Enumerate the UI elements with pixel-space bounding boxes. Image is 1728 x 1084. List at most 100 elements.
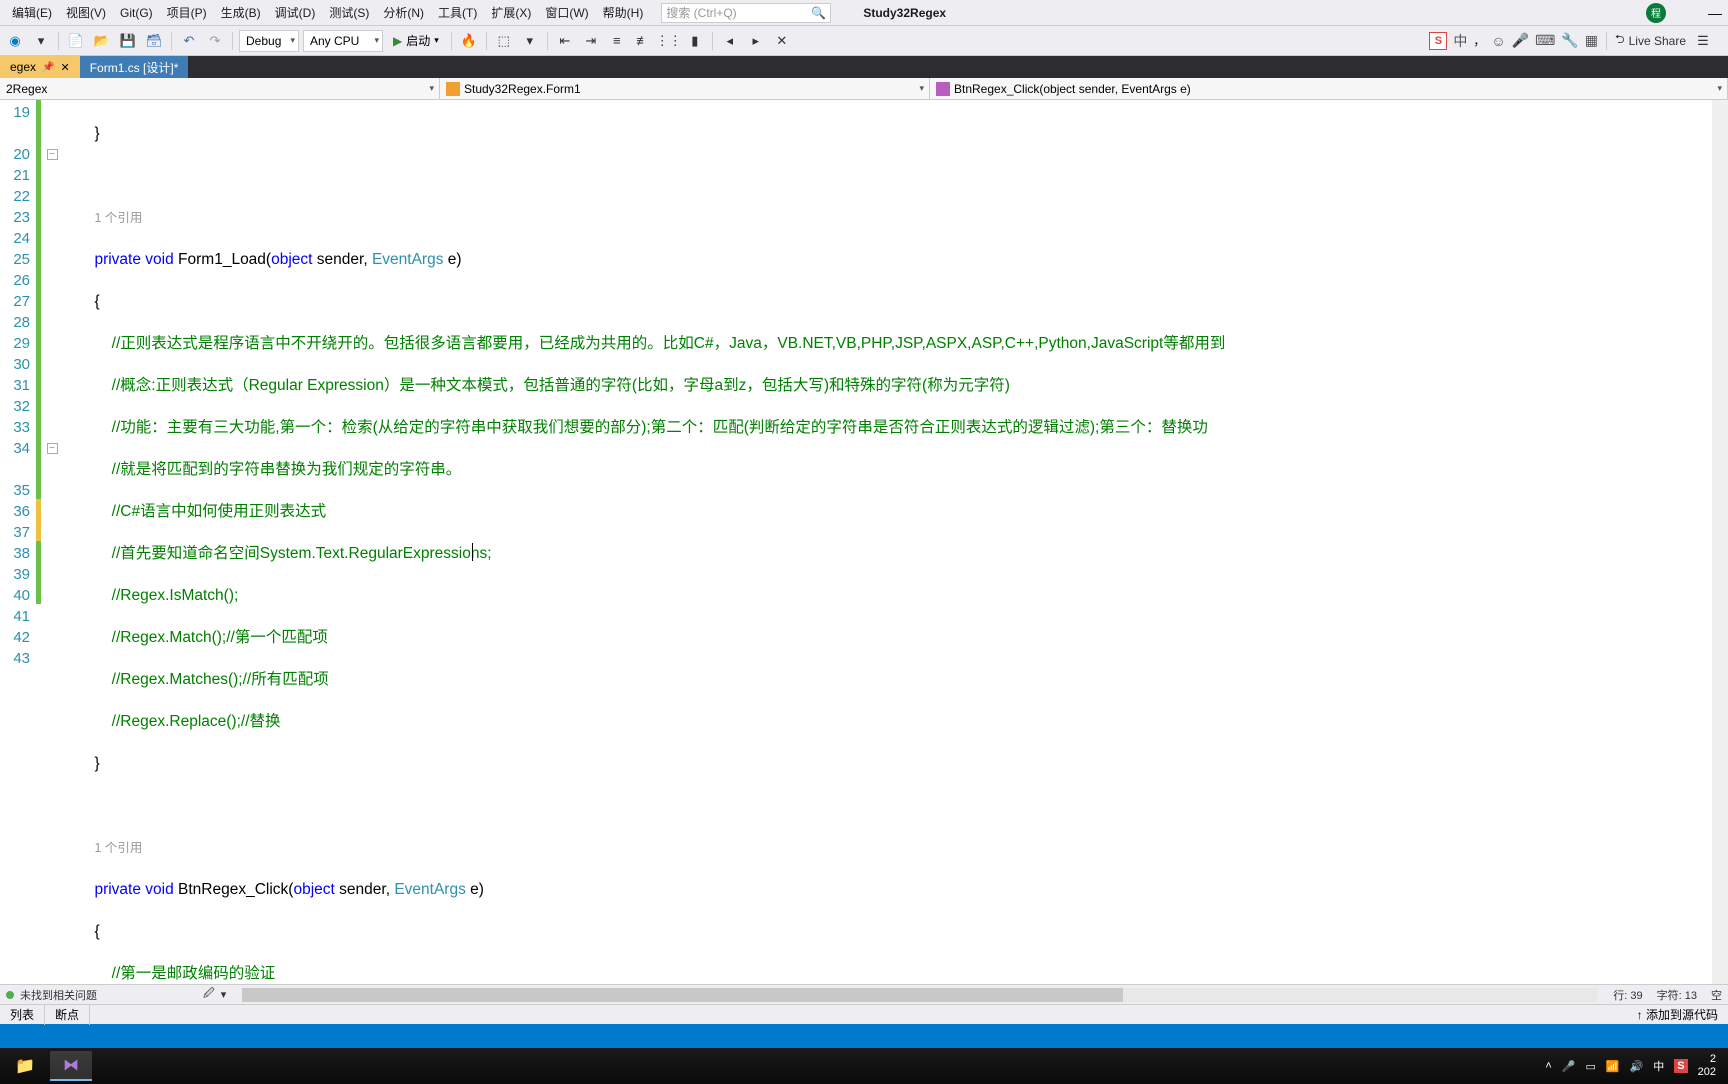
tab-breakpoints[interactable]: 断点: [45, 1004, 90, 1025]
window-minimize[interactable]: —: [1708, 5, 1722, 21]
menu-test[interactable]: 测试(S): [323, 1, 375, 24]
liveshare-button[interactable]: ⮌ Live Share: [1615, 30, 1686, 51]
tray-ime[interactable]: 中: [1653, 1058, 1664, 1074]
cursor-line: 行: 39: [1613, 987, 1642, 1003]
ime-tool-icon[interactable]: 🔧: [1561, 32, 1578, 49]
find-message: 未找到相关问题: [20, 987, 97, 1003]
menu-help[interactable]: 帮助(H): [597, 1, 650, 24]
saveall-button[interactable]: 🗃: [143, 30, 165, 52]
bookmark-next[interactable]: ▸: [745, 30, 767, 52]
menu-view[interactable]: 视图(V): [60, 1, 112, 24]
bookmark-clear[interactable]: ✕: [771, 30, 793, 52]
bookmark-prev[interactable]: ◂: [719, 30, 741, 52]
close-icon[interactable]: ✕: [60, 61, 69, 74]
line-gutter: 1920212223242526272829303132333435363738…: [0, 100, 36, 984]
taskbar-visualstudio[interactable]: ⧓: [50, 1051, 92, 1081]
nav-row: 2Regex Study32Regex.Form1 BtnRegex_Click…: [0, 78, 1728, 100]
liveshare-icon: ⮌: [1615, 30, 1625, 51]
menu-edit[interactable]: 编辑(E): [6, 1, 58, 24]
step-button[interactable]: ⬚: [493, 30, 515, 52]
uncomment-button[interactable]: ≢: [632, 30, 654, 52]
nav-class[interactable]: Study32Regex.Form1: [440, 78, 930, 99]
search-placeholder: 搜索 (Ctrl+Q): [666, 4, 736, 21]
tab-form1-cs[interactable]: egex 📌 ✕: [0, 56, 80, 78]
undo-button[interactable]: ↶: [178, 30, 200, 52]
collapse-toggle[interactable]: −: [47, 443, 58, 454]
tray-mic-icon[interactable]: 🎤: [1562, 1060, 1576, 1073]
bottom-panel: 列表 断点 ↑ 添加到源代码: [0, 1004, 1728, 1024]
tab-errorlist[interactable]: 列表: [0, 1004, 45, 1025]
user-avatar[interactable]: 程: [1646, 3, 1666, 23]
comment-button[interactable]: ≡: [606, 30, 628, 52]
menu-tools[interactable]: 工具(T): [432, 1, 483, 24]
status-ok-icon: [6, 991, 14, 999]
tool2-icon[interactable]: ▾: [221, 988, 227, 1001]
indent-right-button[interactable]: ⇥: [580, 30, 602, 52]
ime-mic-icon[interactable]: 🎤: [1512, 32, 1529, 49]
ime-keyboard-icon[interactable]: ⌨: [1535, 32, 1555, 49]
collapse-toggle[interactable]: −: [47, 149, 58, 160]
code-editor[interactable]: 1920212223242526272829303132333435363738…: [0, 100, 1728, 984]
horizontal-scrollbar[interactable]: [242, 988, 1597, 1002]
ime-emoji-icon[interactable]: ☺: [1491, 33, 1505, 49]
tab-form1-designer[interactable]: Form1.cs [设计]*: [80, 56, 189, 78]
new-button[interactable]: 📄: [65, 30, 87, 52]
start-button[interactable]: ▶ 启动 ▾: [387, 30, 445, 52]
open-button[interactable]: 📂: [91, 30, 113, 52]
class-icon: [446, 82, 460, 96]
document-tab-row: egex 📌 ✕ Form1.cs [设计]*: [0, 56, 1728, 78]
menu-extensions[interactable]: 扩展(X): [485, 1, 537, 24]
menu-bar: 编辑(E) 视图(V) Git(G) 项目(P) 生成(B) 调试(D) 测试(…: [0, 0, 1728, 26]
search-input[interactable]: 搜索 (Ctrl+Q) 🔍: [661, 3, 831, 23]
nav-project[interactable]: 2Regex: [0, 78, 440, 99]
method-icon: [936, 82, 950, 96]
system-tray: ˄ 🎤 ▭ 📶 🔊 中 S 2 202: [1545, 1053, 1724, 1079]
step-dropdown[interactable]: ▾: [519, 30, 541, 52]
ime-grid-icon[interactable]: ▦: [1585, 32, 1598, 49]
windows-taskbar: 📁 ⧓ ˄ 🎤 ▭ 📶 🔊 中 S 2 202: [0, 1048, 1728, 1084]
save-button[interactable]: 💾: [117, 30, 139, 52]
tray-expand-icon[interactable]: ˄: [1545, 1060, 1551, 1072]
tray-clock[interactable]: 2 202: [1698, 1053, 1716, 1079]
tray-battery-icon[interactable]: ▭: [1585, 1060, 1595, 1073]
status-bar: [0, 1024, 1728, 1048]
toolbar: ◉ ▾ 📄 📂 💾 🗃 ↶ ↷ Debug Any CPU ▶ 启动 ▾ 🔥 ⬚…: [0, 26, 1728, 56]
outlining: − −: [44, 100, 60, 984]
hotreload-button[interactable]: 🔥: [458, 30, 480, 52]
nav-member[interactable]: BtnRegex_Click(object sender, EventArgs …: [930, 78, 1728, 99]
tool1-icon[interactable]: 🖉: [203, 985, 215, 1004]
change-markers: [36, 100, 44, 984]
add-to-source-button[interactable]: ↑ 添加到源代码: [1637, 1006, 1728, 1023]
menu-git[interactable]: Git(G): [114, 3, 159, 23]
play-icon: ▶: [393, 34, 402, 48]
code-pane[interactable]: } 1 个引用 private void Form1_Load(object s…: [60, 100, 1712, 984]
bookmark-button[interactable]: ▮: [684, 30, 706, 52]
ime-badge[interactable]: S: [1429, 32, 1447, 50]
pin-icon[interactable]: 📌: [42, 62, 54, 73]
feedback-icon[interactable]: ☰: [1692, 30, 1714, 52]
menu-analyze[interactable]: 分析(N): [377, 1, 430, 24]
menu-window[interactable]: 窗口(W): [539, 1, 594, 24]
menu-project[interactable]: 项目(P): [161, 1, 213, 24]
back-button[interactable]: ◉: [4, 30, 26, 52]
config-dropdown[interactable]: Debug: [239, 30, 299, 52]
taskbar-explorer[interactable]: 📁: [4, 1051, 46, 1081]
ime-lang[interactable]: 中: [1453, 31, 1467, 51]
menu-debug[interactable]: 调试(D): [269, 1, 322, 24]
tray-wifi-icon[interactable]: 📶: [1606, 1060, 1620, 1073]
search-icon: 🔍: [811, 6, 826, 20]
vertical-scrollbar[interactable]: [1712, 100, 1728, 984]
format-button[interactable]: ⋮⋮: [658, 30, 680, 52]
indent-left-button[interactable]: ⇤: [554, 30, 576, 52]
text-cursor: [472, 543, 473, 561]
platform-dropdown[interactable]: Any CPU: [303, 30, 383, 52]
tray-sogou-icon[interactable]: S: [1674, 1059, 1687, 1073]
menu-build[interactable]: 生成(B): [215, 1, 267, 24]
ime-comma-icon[interactable]: ，: [1473, 32, 1485, 49]
forward-button[interactable]: ▾: [30, 30, 52, 52]
cursor-space: 空: [1711, 987, 1722, 1003]
redo-button[interactable]: ↷: [204, 30, 226, 52]
find-bar: 未找到相关问题 🖉 ▾ 行: 39 字符: 13 空: [0, 984, 1728, 1004]
tray-volume-icon[interactable]: 🔊: [1630, 1060, 1644, 1073]
solution-name: Study32Regex: [863, 6, 946, 20]
